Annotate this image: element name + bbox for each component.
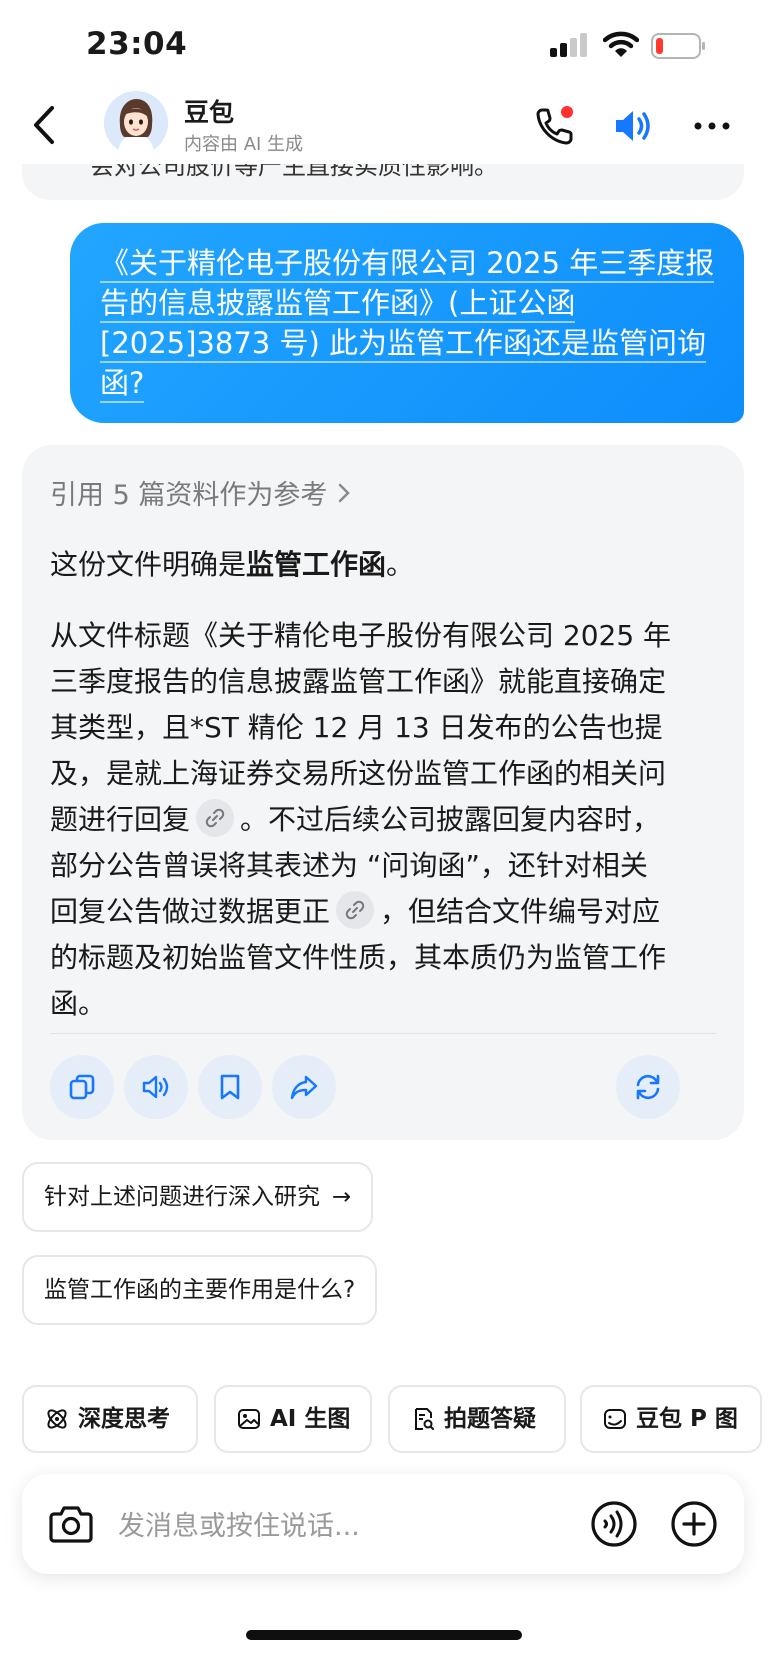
suggestion-label: 监管工作函的主要作用是什么? xyxy=(44,1277,356,1303)
user-message-line: 《关于精伦电子股份有限公司 2025 年三季度报 xyxy=(100,246,715,283)
suggestion-chip[interactable]: 监管工作函的主要作用是什么? xyxy=(22,1255,378,1325)
phone-call-icon[interactable] xyxy=(533,104,577,148)
bot-name: 豆包 xyxy=(184,98,235,127)
camera-icon[interactable] xyxy=(48,1502,94,1546)
answer-line: 函。 xyxy=(50,987,107,1020)
references-label: 引用 5 篇资料作为参考 xyxy=(50,480,328,511)
tool-photo-answer[interactable]: 拍题答疑 xyxy=(388,1385,566,1453)
suggestion-label: 针对上述问题进行深入研究 xyxy=(44,1184,320,1210)
answer-line: 及，是就上海证券交易所这份监管工作函的相关问 xyxy=(50,757,667,790)
regenerate-button[interactable] xyxy=(616,1055,680,1119)
user-message-bubble[interactable]: 《关于精伦电子股份有限公司 2025 年三季度报 告的信息披露监管工作函》(上证… xyxy=(70,223,744,423)
user-message-line: 告的信息披露监管工作函》(上证公函 xyxy=(100,286,576,323)
suggestion-chip[interactable]: 针对上述问题进行深入研究 → xyxy=(22,1162,374,1232)
read-aloud-button[interactable] xyxy=(124,1055,188,1119)
answer-lead-prefix: 这份文件明确是 xyxy=(50,548,247,581)
tool-p-image[interactable]: 豆包 P 图 xyxy=(580,1385,762,1453)
answer-line: 其类型，且*ST 精伦 12 月 13 日发布的公告也提 xyxy=(50,711,663,744)
answer-line-with-source: 题进行回复 。不过后续公司披露回复内容时， xyxy=(50,797,720,843)
message-input-bar: 发消息或按住说话... xyxy=(22,1474,744,1574)
user-message-text: 《关于精伦电子股份有限公司 2025 年三季度报 告的信息披露监管工作函》(上证… xyxy=(100,243,715,403)
speaker-icon[interactable] xyxy=(611,104,655,148)
tool-label: 豆包 P 图 xyxy=(636,1406,738,1432)
tool-deep-think[interactable]: 深度思考 xyxy=(22,1385,198,1453)
atom-icon xyxy=(47,1409,67,1429)
status-bar: 23:04 xyxy=(0,0,768,90)
tool-ai-image[interactable]: AI 生图 xyxy=(214,1385,372,1453)
chevron-right-icon xyxy=(339,483,351,503)
bookmark-button[interactable] xyxy=(198,1055,262,1119)
home-indicator xyxy=(246,1630,522,1640)
more-icon[interactable] xyxy=(690,104,734,148)
read-aloud-icon xyxy=(142,1075,169,1099)
signal-icon xyxy=(550,33,587,57)
avatar[interactable] xyxy=(104,91,168,155)
arrow-right-icon: → xyxy=(332,1184,352,1210)
answer-line: 三季度报告的信息披露监管工作函》就能直接确定 xyxy=(50,665,667,698)
answer-lead-suffix: 。 xyxy=(386,548,415,581)
answer-line-part: ，但结合文件编号对应 xyxy=(380,895,661,928)
answer-lead: 这份文件明确是监管工作函。 xyxy=(50,543,414,583)
status-time: 23:04 xyxy=(86,26,188,62)
answer-line-part: 回复公告做过数据更正 xyxy=(50,895,331,928)
ai-generated-label: 内容由 AI 生成 xyxy=(184,134,304,155)
answer-line: 的标题及初始监管文件性质，其本质仍为监管工作 xyxy=(50,941,667,974)
message-input[interactable]: 发消息或按住说话... xyxy=(118,1504,360,1543)
copy-button[interactable] xyxy=(50,1055,114,1119)
copy-icon xyxy=(69,1074,95,1100)
battery-icon xyxy=(651,33,705,59)
share-icon xyxy=(290,1075,318,1100)
photo-edit-icon xyxy=(604,1409,626,1429)
source-link-icon[interactable] xyxy=(336,891,375,929)
answer-line: 从文件标题《关于精伦电子股份有限公司 2025 年 xyxy=(50,619,672,652)
tool-label: 深度思考 xyxy=(78,1406,170,1432)
references-link[interactable]: 引用 5 篇资料作为参考 xyxy=(50,473,351,512)
answer-line-with-source: 回复公告做过数据更正 ，但结合文件编号对应 xyxy=(50,889,720,935)
answer-line: 部分公告曾误将其表述为 “问询函”，还针对相关 xyxy=(50,849,648,882)
image-icon xyxy=(238,1409,260,1429)
call-badge xyxy=(561,106,573,118)
wifi-icon xyxy=(603,31,639,57)
tool-label: AI 生图 xyxy=(270,1406,351,1432)
answer-line-part: 题进行回复 xyxy=(50,803,191,836)
back-icon[interactable] xyxy=(28,102,62,148)
answer-lead-bold: 监管工作函 xyxy=(246,548,387,581)
plus-icon[interactable] xyxy=(670,1500,718,1548)
regenerate-icon xyxy=(636,1074,660,1100)
bookmark-icon xyxy=(220,1074,240,1100)
divider xyxy=(50,1033,716,1034)
user-message-line: [2025]3873 号) 此为监管工作函还是监管问询 xyxy=(100,326,706,363)
answer-card: 引用 5 篇资料作为参考 这份文件明确是监管工作函。 从文件标题《关于精伦电子股… xyxy=(22,445,744,1140)
share-button[interactable] xyxy=(272,1055,336,1119)
user-message-line: 函? xyxy=(100,366,145,403)
chat-header: 豆包 内容由 AI 生成 xyxy=(0,88,768,164)
answer-line-part: 。不过后续公司披露回复内容时， xyxy=(240,803,661,836)
doc-search-icon xyxy=(415,1408,434,1430)
source-link-icon[interactable] xyxy=(196,799,235,837)
voice-input-icon[interactable] xyxy=(590,1500,638,1548)
answer-body: 从文件标题《关于精伦电子股份有限公司 2025 年 三季度报告的信息披露监管工作… xyxy=(50,613,720,1027)
tool-label: 拍题答疑 xyxy=(444,1406,536,1432)
